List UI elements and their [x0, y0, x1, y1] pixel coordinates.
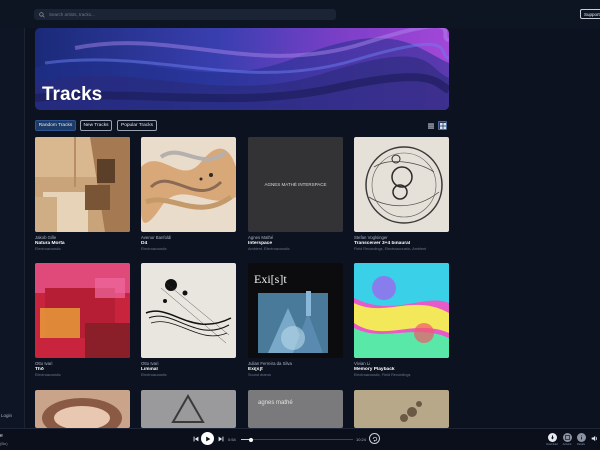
track-artist[interactable]: Julian Ferreira da Silva	[248, 361, 343, 366]
track-tags: Ambient, Electroacoustic	[248, 247, 290, 251]
track-card[interactable]: Stefan Voglsinger Transceiver 3+4 binaur…	[354, 137, 449, 251]
volume-icon	[591, 435, 597, 442]
track-artist[interactable]: Otto Ivari	[35, 361, 130, 366]
track-title[interactable]: D4	[141, 241, 236, 246]
details-label: Details	[577, 443, 585, 446]
track-artist[interactable]: Avenur Banfoldi	[141, 235, 236, 240]
track-tags: Field Recordings, Electroacoustic, Ambie…	[354, 247, 427, 251]
track-artwork[interactable]: Exi[s]t	[248, 263, 343, 358]
track-artist[interactable]: Otto Ivari	[141, 361, 236, 366]
interspace-cover-text: AGNES MATHÉ INTERSPACE	[264, 181, 326, 187]
info-icon	[576, 433, 586, 442]
track-title[interactable]: Exi[s]t	[248, 367, 343, 372]
search-bar[interactable]	[34, 9, 336, 20]
previous-icon	[193, 436, 199, 442]
track-artwork[interactable]	[354, 263, 449, 358]
track-artwork[interactable]	[35, 137, 130, 232]
tab-popular-tracks[interactable]: Popular Tracks	[117, 120, 157, 131]
track-card[interactable]: Otto Ivari Thō Electroacoustic	[35, 263, 130, 377]
list-view-button[interactable]	[426, 121, 435, 130]
track-title[interactable]: Natura Morta	[35, 241, 130, 246]
artwork-label: Artwork	[562, 443, 572, 446]
repeat-icon	[372, 436, 377, 442]
track-card[interactable]: AGNES MATHÉ INTERSPACE Agnes Mathé Inter…	[248, 137, 343, 251]
track-title[interactable]: Memory Playback	[354, 367, 449, 372]
track-artwork[interactable]	[354, 137, 449, 232]
track-card[interactable]: Exi[s]t Julian Ferreira da Silva Exi[s]t…	[248, 263, 343, 377]
track-tags: Sound drama	[248, 373, 271, 377]
support-button[interactable]: Support	[580, 9, 600, 19]
tab-random-tracks[interactable]: Random Tracks	[35, 120, 76, 131]
grid-view-icon	[439, 122, 446, 129]
tab-new-tracks[interactable]: New Tracks	[80, 120, 112, 131]
login-link[interactable]: Login	[1, 413, 12, 418]
volume-button[interactable]	[590, 434, 599, 443]
exist-cover-text: Exi[s]t	[254, 272, 287, 286]
track-card[interactable]: Vivian Li Memory Playback Electroacousti…	[354, 263, 449, 377]
track-artist[interactable]: Vivian Li	[354, 361, 449, 366]
track-title[interactable]: Liminal	[141, 367, 236, 372]
track-artwork[interactable]	[354, 390, 449, 428]
download-button[interactable]: Download	[546, 433, 558, 446]
track-artwork[interactable]	[141, 390, 236, 428]
track-title[interactable]: Interspace	[248, 241, 343, 246]
track-card[interactable]: Otto Ivari Liminal Electroacoustic	[141, 263, 236, 377]
sidebar	[0, 28, 25, 428]
duration-time: 10:24	[356, 437, 367, 442]
play-button[interactable]	[201, 432, 214, 445]
search-icon	[39, 11, 45, 18]
top-bar: Support	[0, 0, 600, 28]
previous-button[interactable]	[192, 435, 200, 443]
download-icon	[547, 433, 557, 442]
page-title: Tracks	[42, 84, 103, 105]
track-artwork[interactable]: AGNES MATHÉ INTERSPACE	[248, 137, 343, 232]
search-input[interactable]	[49, 12, 309, 17]
grid-view-button[interactable]	[438, 121, 447, 130]
track-artwork[interactable]: agnes mathé	[248, 390, 343, 428]
track-artist[interactable]: Stefan Voglsinger	[354, 235, 449, 240]
track-artwork[interactable]	[141, 137, 236, 232]
track-artwork[interactable]	[141, 263, 236, 358]
track-title[interactable]: Transceiver 3+4 binaural	[354, 241, 449, 246]
track-artist[interactable]: Agnes Mathé	[248, 235, 343, 240]
next-button[interactable]	[217, 435, 225, 443]
track-tags: Electroacoustic	[141, 247, 167, 251]
download-label: Download	[546, 443, 558, 446]
repeat-button[interactable]	[369, 433, 380, 444]
next-icon	[218, 436, 224, 442]
artwork-icon	[562, 433, 572, 442]
progress-handle[interactable]	[249, 437, 254, 442]
track-title[interactable]: Thō	[35, 367, 130, 372]
track-tags: Electroacoustic	[141, 373, 167, 377]
progress-bar[interactable]	[241, 437, 353, 442]
track-card[interactable]: Jakob Gille Natura Morta Electroacoustic	[35, 137, 130, 251]
player-bar: e (Bu) 0:54 10:24 Download Artwork Detai…	[0, 428, 600, 450]
now-playing-title[interactable]: e	[0, 433, 3, 439]
elapsed-time: 0:54	[228, 437, 236, 442]
track-tags: Electroacoustic, Field Recordings	[354, 373, 411, 377]
list-view-icon	[427, 123, 434, 129]
artwork-button[interactable]: Artwork	[561, 433, 573, 446]
details-button[interactable]: Details	[575, 433, 587, 446]
track-card[interactable]: Avenur Banfoldi D4 Electroacoustic	[141, 137, 236, 251]
hero-banner: Tracks	[35, 28, 449, 110]
track-artwork[interactable]	[35, 263, 130, 358]
track-tags: Electroacoustic	[35, 247, 61, 251]
now-playing-subtitle: (Bu)	[0, 441, 8, 446]
play-icon	[205, 436, 210, 441]
row3-cover-text: agnes mathé	[258, 400, 293, 406]
track-tags: Electroacoustic	[35, 373, 61, 377]
track-artwork[interactable]	[35, 390, 130, 428]
track-artist[interactable]: Jakob Gille	[35, 235, 130, 240]
